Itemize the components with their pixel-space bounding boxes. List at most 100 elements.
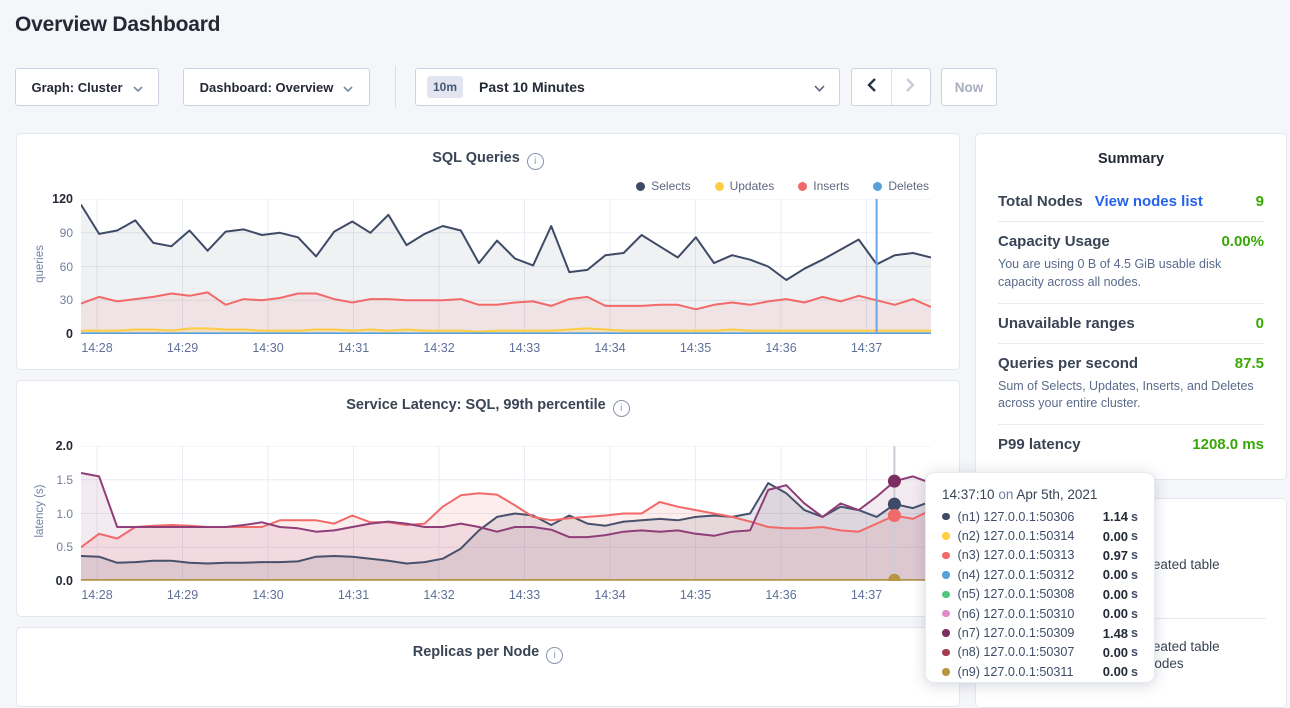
node-latency-unit: s [1131,626,1138,640]
summary-row-queries-per-second: Queries per second 87.5 Sum of Selects, … [998,343,1264,425]
info-icon[interactable]: i [546,647,563,664]
tooltip-node-row: (n1) 127.0.0.1:50306 1.14s [942,507,1138,526]
summary-label: Total Nodes [998,193,1083,210]
y-axis-tick: 2.0 [29,439,73,453]
summary-label: Unavailable ranges [998,315,1135,332]
summary-label: Capacity Usage [998,233,1110,250]
node-latency-value: 0.00 [1103,587,1128,602]
legend-dot-icon [873,182,882,191]
chevron-left-icon [867,78,876,97]
service-latency-panel: Service Latency: SQL, 99th percentilei l… [16,380,960,617]
summary-row-total-nodes: Total Nodes View nodes list 9 [998,182,1264,221]
x-axis-tick: 14:32 [423,588,454,602]
node-color-dot-icon [942,591,950,599]
graph-dropdown-label: Graph: Cluster [31,80,122,95]
tooltip-node-row: (n2) 127.0.0.1:503140.00s [942,526,1138,545]
node-color-dot-icon [942,610,950,618]
summary-row-capacity-usage: Capacity Usage 0.00% You are using 0 B o… [998,221,1264,303]
node-latency-value: 0.00 [1103,529,1128,544]
x-axis-tick: 14:33 [509,341,540,355]
legend-item: Inserts [798,179,849,193]
y-axis-tick: 1.5 [29,473,73,487]
x-axis-tick: 14:31 [338,341,369,355]
toolbar-divider [395,66,396,108]
y-axis-tick: 0 [29,327,73,341]
x-axis-tick: 14:29 [167,588,198,602]
y-axis-tick: 0.0 [29,574,73,588]
time-range-selector[interactable]: 10m Past 10 Minutes [415,68,840,106]
node-address: (n7) 127.0.0.1:50309 [958,626,1075,640]
node-latency-value: 1.14 [1103,509,1128,524]
summary-value: 87.5 [1235,355,1264,372]
tooltip-node-row: (n7) 127.0.0.1:50309 1.48s [942,623,1138,642]
summary-title: Summary [976,151,1286,167]
node-color-dot-icon [942,532,950,540]
x-axis-tick: 14:34 [594,341,625,355]
y-axis-tick: 30 [29,293,73,307]
sql-queries-plot[interactable] [81,199,931,334]
node-address: (n3) 127.0.0.1:50313 [958,548,1075,562]
chevron-right-icon [906,78,915,97]
page-title: Overview Dashboard [15,13,220,37]
node-latency-unit: s [1131,587,1138,601]
legend-dot-icon [715,182,724,191]
chart-legend: SelectsUpdatesInsertsDeletes [636,179,929,193]
dashboard-dropdown-label: Dashboard: Overview [200,80,334,95]
x-axis-tick: 14:28 [81,341,112,355]
info-icon[interactable]: i [527,153,544,170]
x-axis-tick: 14:33 [509,588,540,602]
y-axis-tick: 120 [29,192,73,206]
node-latency-unit: s [1131,548,1138,562]
tooltip-node-row: (n3) 127.0.0.1:50313 0.97s [942,546,1138,565]
node-address: (n5) 127.0.0.1:50308 [958,587,1075,601]
legend-item: Selects [636,179,690,193]
now-button[interactable]: Now [941,68,997,106]
x-axis-tick: 14:37 [851,341,882,355]
summary-panel: Summary Total Nodes View nodes list 9 Ca… [975,133,1287,480]
previous-timewindow-button[interactable] [852,69,892,105]
tooltip-node-row: (n4) 127.0.0.1:503120.00s [942,565,1138,584]
node-latency-unit: s [1131,607,1138,621]
node-latency-value: 0.00 [1103,645,1128,660]
node-color-dot-icon [942,668,950,676]
chart-title: Replicas per Nodei [17,644,959,664]
tooltip-node-row: (n6) 127.0.0.1:503100.00s [942,604,1138,623]
x-axis-tick: 14:34 [594,588,625,602]
summary-description: Sum of Selects, Updates, Inserts, and De… [998,378,1264,414]
x-axis-tick: 14:29 [167,341,198,355]
sql-queries-panel: SQL Queriesi SelectsUpdatesInsertsDelete… [16,133,960,370]
summary-label: Queries per second [998,355,1138,372]
node-address: (n1) 127.0.0.1:50306 [958,510,1075,524]
view-nodes-list-link[interactable]: View nodes list [1095,193,1203,210]
x-axis-tick: 14:35 [680,588,711,602]
chevron-down-icon [814,80,825,95]
node-color-dot-icon [942,629,950,637]
next-timewindow-button[interactable] [892,69,931,105]
summary-value: 0 [1256,315,1264,332]
summary-row-p99-latency: P99 latency 1208.0 ms [998,424,1264,464]
legend-label: Selects [651,179,690,193]
legend-dot-icon [636,182,645,191]
y-axis-tick: 1.0 [29,507,73,521]
x-axis-tick: 14:35 [680,341,711,355]
node-latency-value: 0.00 [1103,664,1128,679]
summary-value: 1208.0 ms [1192,436,1264,453]
service-latency-plot[interactable] [81,446,931,581]
legend-label: Deletes [888,179,929,193]
tooltip-timestamp: 14:37:10 on Apr 5th, 2021 [942,487,1138,502]
node-color-dot-icon [942,513,950,521]
node-latency-value: 1.48 [1103,626,1128,641]
x-axis-tick: 14:30 [252,588,283,602]
graph-dropdown[interactable]: Graph: Cluster [15,68,159,106]
x-axis-tick: 14:30 [252,341,283,355]
time-range-badge: 10m [427,76,463,98]
node-latency-value: 0.97 [1103,548,1128,563]
now-button-label: Now [955,80,984,95]
y-axis-tick: 0.5 [29,540,73,554]
info-icon[interactable]: i [613,400,630,417]
node-latency-unit: s [1131,510,1138,524]
dashboard-dropdown[interactable]: Dashboard: Overview [183,68,370,106]
node-address: (n4) 127.0.0.1:50312 [958,568,1075,582]
summary-row-unavailable-ranges: Unavailable ranges 0 [998,303,1264,343]
x-axis-tick: 14:28 [81,588,112,602]
